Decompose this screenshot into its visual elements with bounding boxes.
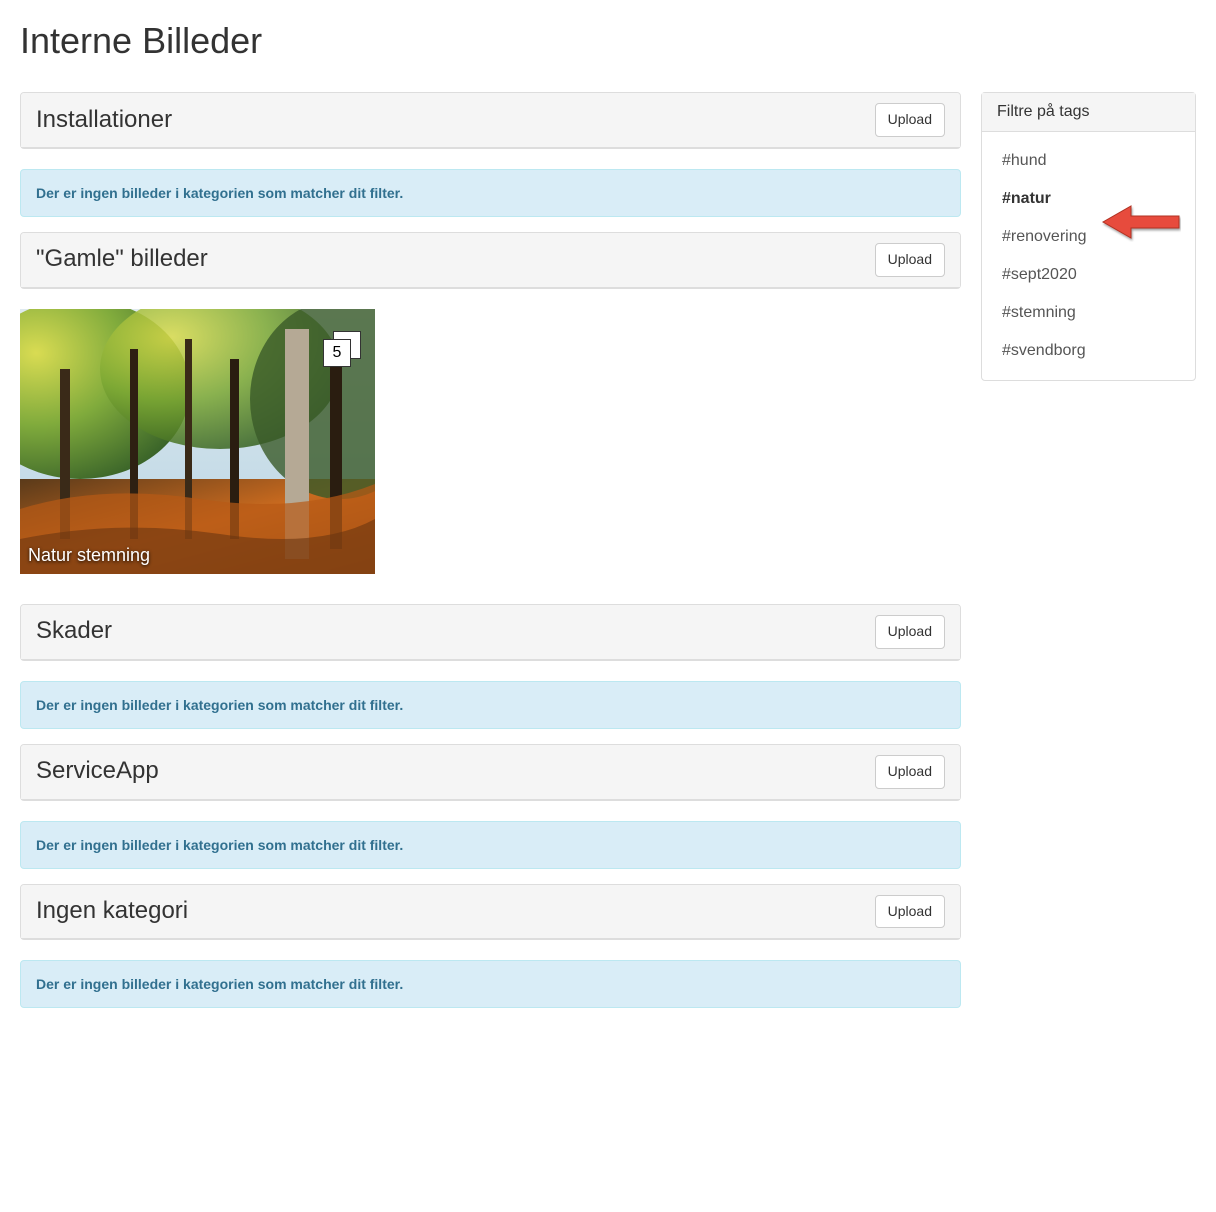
category-section: "Gamle" billeder Upload — [20, 232, 961, 589]
tag-filter-item[interactable]: #hund — [982, 142, 1195, 180]
category-header: Ingen kategori Upload — [21, 885, 960, 940]
category-header: ServiceApp Upload — [21, 745, 960, 800]
filter-panel: Filtre på tags #hund #natur #renovering … — [981, 92, 1196, 381]
stack-count-badge: 5 — [323, 339, 353, 369]
forest-image — [20, 309, 375, 574]
tag-filter-item[interactable]: #natur — [982, 180, 1195, 218]
empty-category-message: Der er ingen billeder i kategorien som m… — [20, 960, 961, 1008]
album-thumbnail[interactable]: 5 Natur stemning — [20, 309, 375, 574]
upload-button[interactable]: Upload — [875, 755, 945, 789]
category-panel: Ingen kategori Upload — [20, 884, 961, 941]
upload-button[interactable]: Upload — [875, 895, 945, 929]
album-caption: Natur stemning — [28, 545, 150, 566]
category-title: Skader — [36, 617, 112, 646]
filter-heading: Filtre på tags — [982, 93, 1195, 132]
tag-filter-item[interactable]: #renovering — [982, 218, 1195, 256]
main-column: Installationer Upload Der er ingen bille… — [20, 92, 961, 1023]
sidebar-column: Filtre på tags #hund #natur #renovering … — [981, 92, 1196, 381]
category-title: Installationer — [36, 106, 172, 135]
category-section: Ingen kategori Upload Der er ingen bille… — [20, 884, 961, 1009]
tag-list: #hund #natur #renovering #sept2020 #stem… — [982, 132, 1195, 380]
gallery-row: 5 Natur stemning — [20, 309, 961, 589]
empty-category-message: Der er ingen billeder i kategorien som m… — [20, 821, 961, 869]
category-panel: "Gamle" billeder Upload — [20, 232, 961, 289]
album-count: 5 — [323, 339, 351, 367]
upload-button[interactable]: Upload — [875, 615, 945, 649]
category-title: ServiceApp — [36, 757, 159, 786]
category-panel: ServiceApp Upload — [20, 744, 961, 801]
page-title: Interne Billeder — [20, 20, 1196, 62]
category-header: Installationer Upload — [21, 93, 960, 148]
category-header: "Gamle" billeder Upload — [21, 233, 960, 288]
category-header: Skader Upload — [21, 605, 960, 660]
tag-filter-item[interactable]: #svendborg — [982, 332, 1195, 370]
tag-filter-item[interactable]: #sept2020 — [982, 256, 1195, 294]
category-section: Skader Upload Der er ingen billeder i ka… — [20, 604, 961, 729]
empty-category-message: Der er ingen billeder i kategorien som m… — [20, 169, 961, 217]
category-title: Ingen kategori — [36, 897, 188, 926]
upload-button[interactable]: Upload — [875, 103, 945, 137]
upload-button[interactable]: Upload — [875, 243, 945, 277]
category-panel: Installationer Upload — [20, 92, 961, 149]
category-title: "Gamle" billeder — [36, 245, 208, 274]
category-panel: Skader Upload — [20, 604, 961, 661]
category-section: ServiceApp Upload Der er ingen billeder … — [20, 744, 961, 869]
tag-filter-item[interactable]: #stemning — [982, 294, 1195, 332]
empty-category-message: Der er ingen billeder i kategorien som m… — [20, 681, 961, 729]
category-section: Installationer Upload Der er ingen bille… — [20, 92, 961, 217]
